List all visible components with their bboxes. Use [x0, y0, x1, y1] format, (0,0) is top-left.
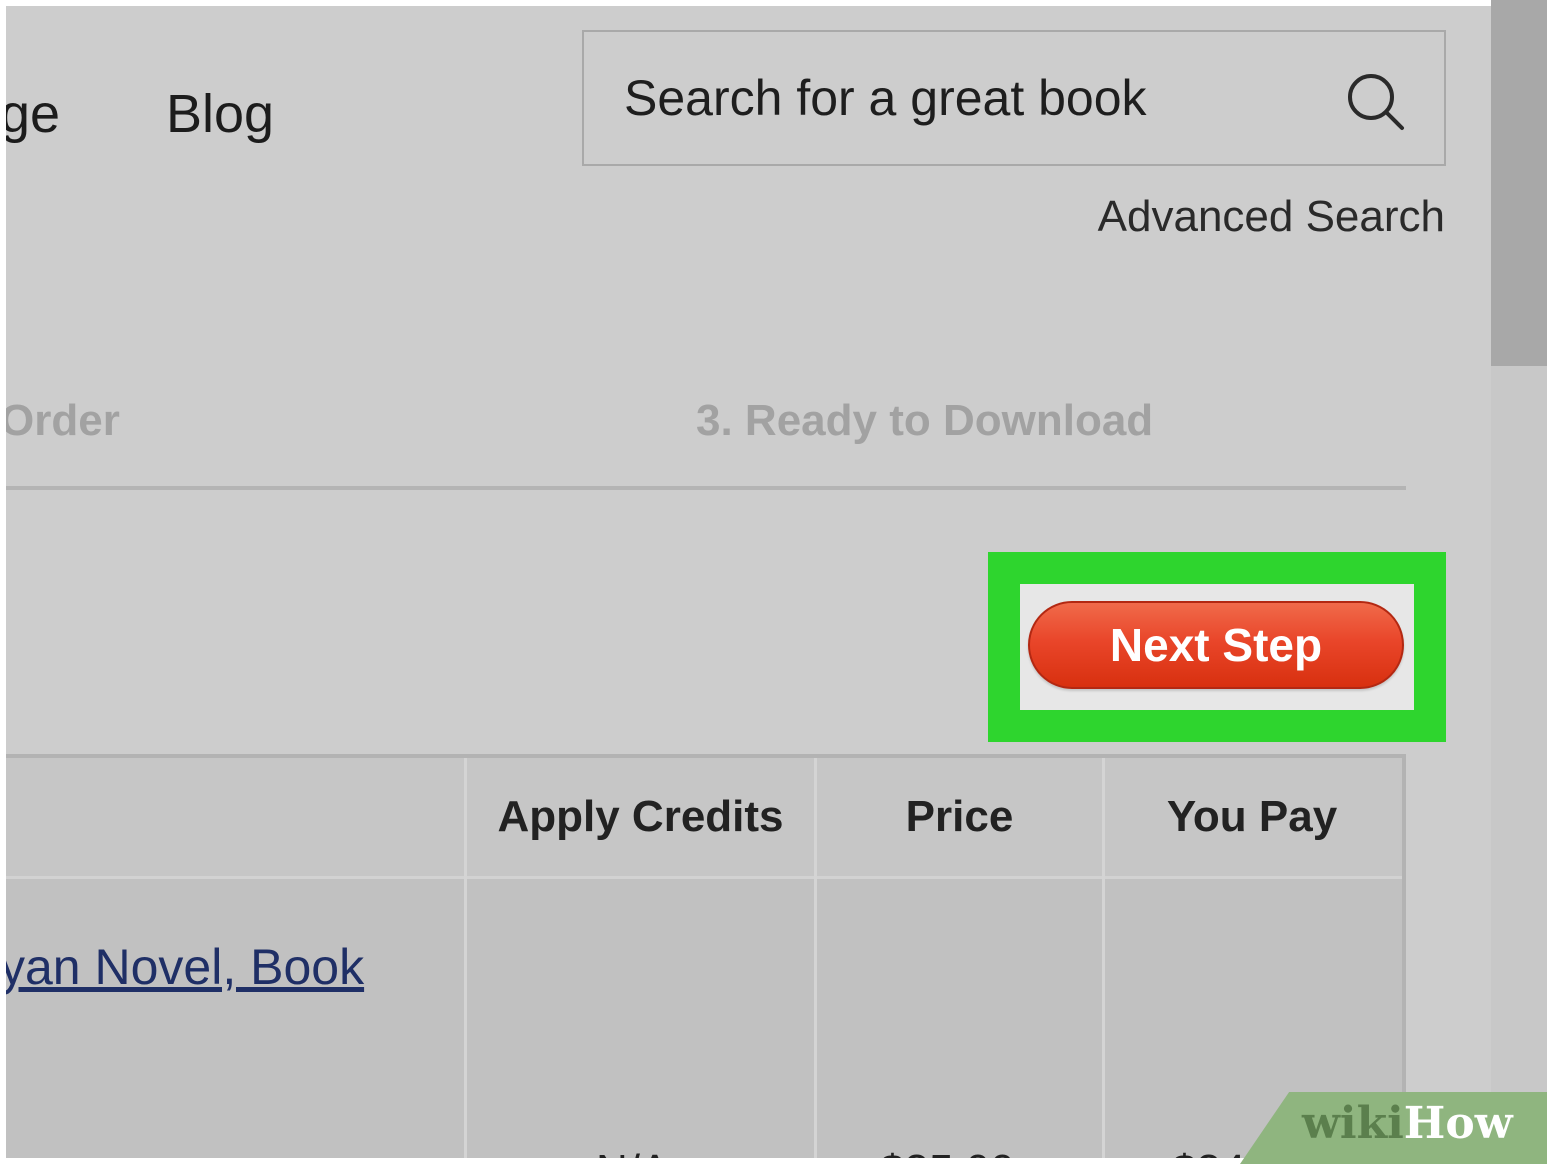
next-step-button[interactable]: Next Step — [1028, 601, 1404, 689]
book-title-link[interactable]: yan Novel, Book — [6, 938, 364, 996]
checkout-page: ge Blog Advanced Search Order 3. Ready t… — [6, 6, 1547, 1158]
nav-item-partial[interactable]: ge — [6, 84, 60, 144]
header-you-pay: You Pay — [1166, 792, 1338, 841]
watermark-how: How — [1403, 1098, 1513, 1149]
search-icon[interactable] — [1342, 68, 1410, 136]
header-apply-credits: Apply Credits — [497, 792, 784, 841]
search-box — [582, 30, 1446, 166]
step-label-ready-to-download: 3. Ready to Download — [696, 396, 1154, 445]
price-value: $35.00 — [880, 1146, 1015, 1158]
apply-credits-value: N/A — [596, 1146, 669, 1158]
search-input[interactable] — [624, 66, 1344, 130]
wikihow-watermark-text: wikiHow — [1302, 1098, 1513, 1149]
steps-divider — [6, 486, 1406, 490]
advanced-search-link[interactable]: Advanced Search — [1098, 192, 1445, 242]
watermark-wiki: wiki — [1302, 1098, 1404, 1149]
scrollbar-thumb[interactable] — [1491, 0, 1547, 366]
order-table: Apply Credits Price You Pay yan Novel, B… — [6, 754, 1406, 1158]
header-price: Price — [905, 792, 1014, 841]
nav-item-blog[interactable]: Blog — [166, 84, 274, 144]
step-label-order: Order — [6, 396, 120, 445]
scrollbar-track[interactable] — [1491, 0, 1547, 1164]
